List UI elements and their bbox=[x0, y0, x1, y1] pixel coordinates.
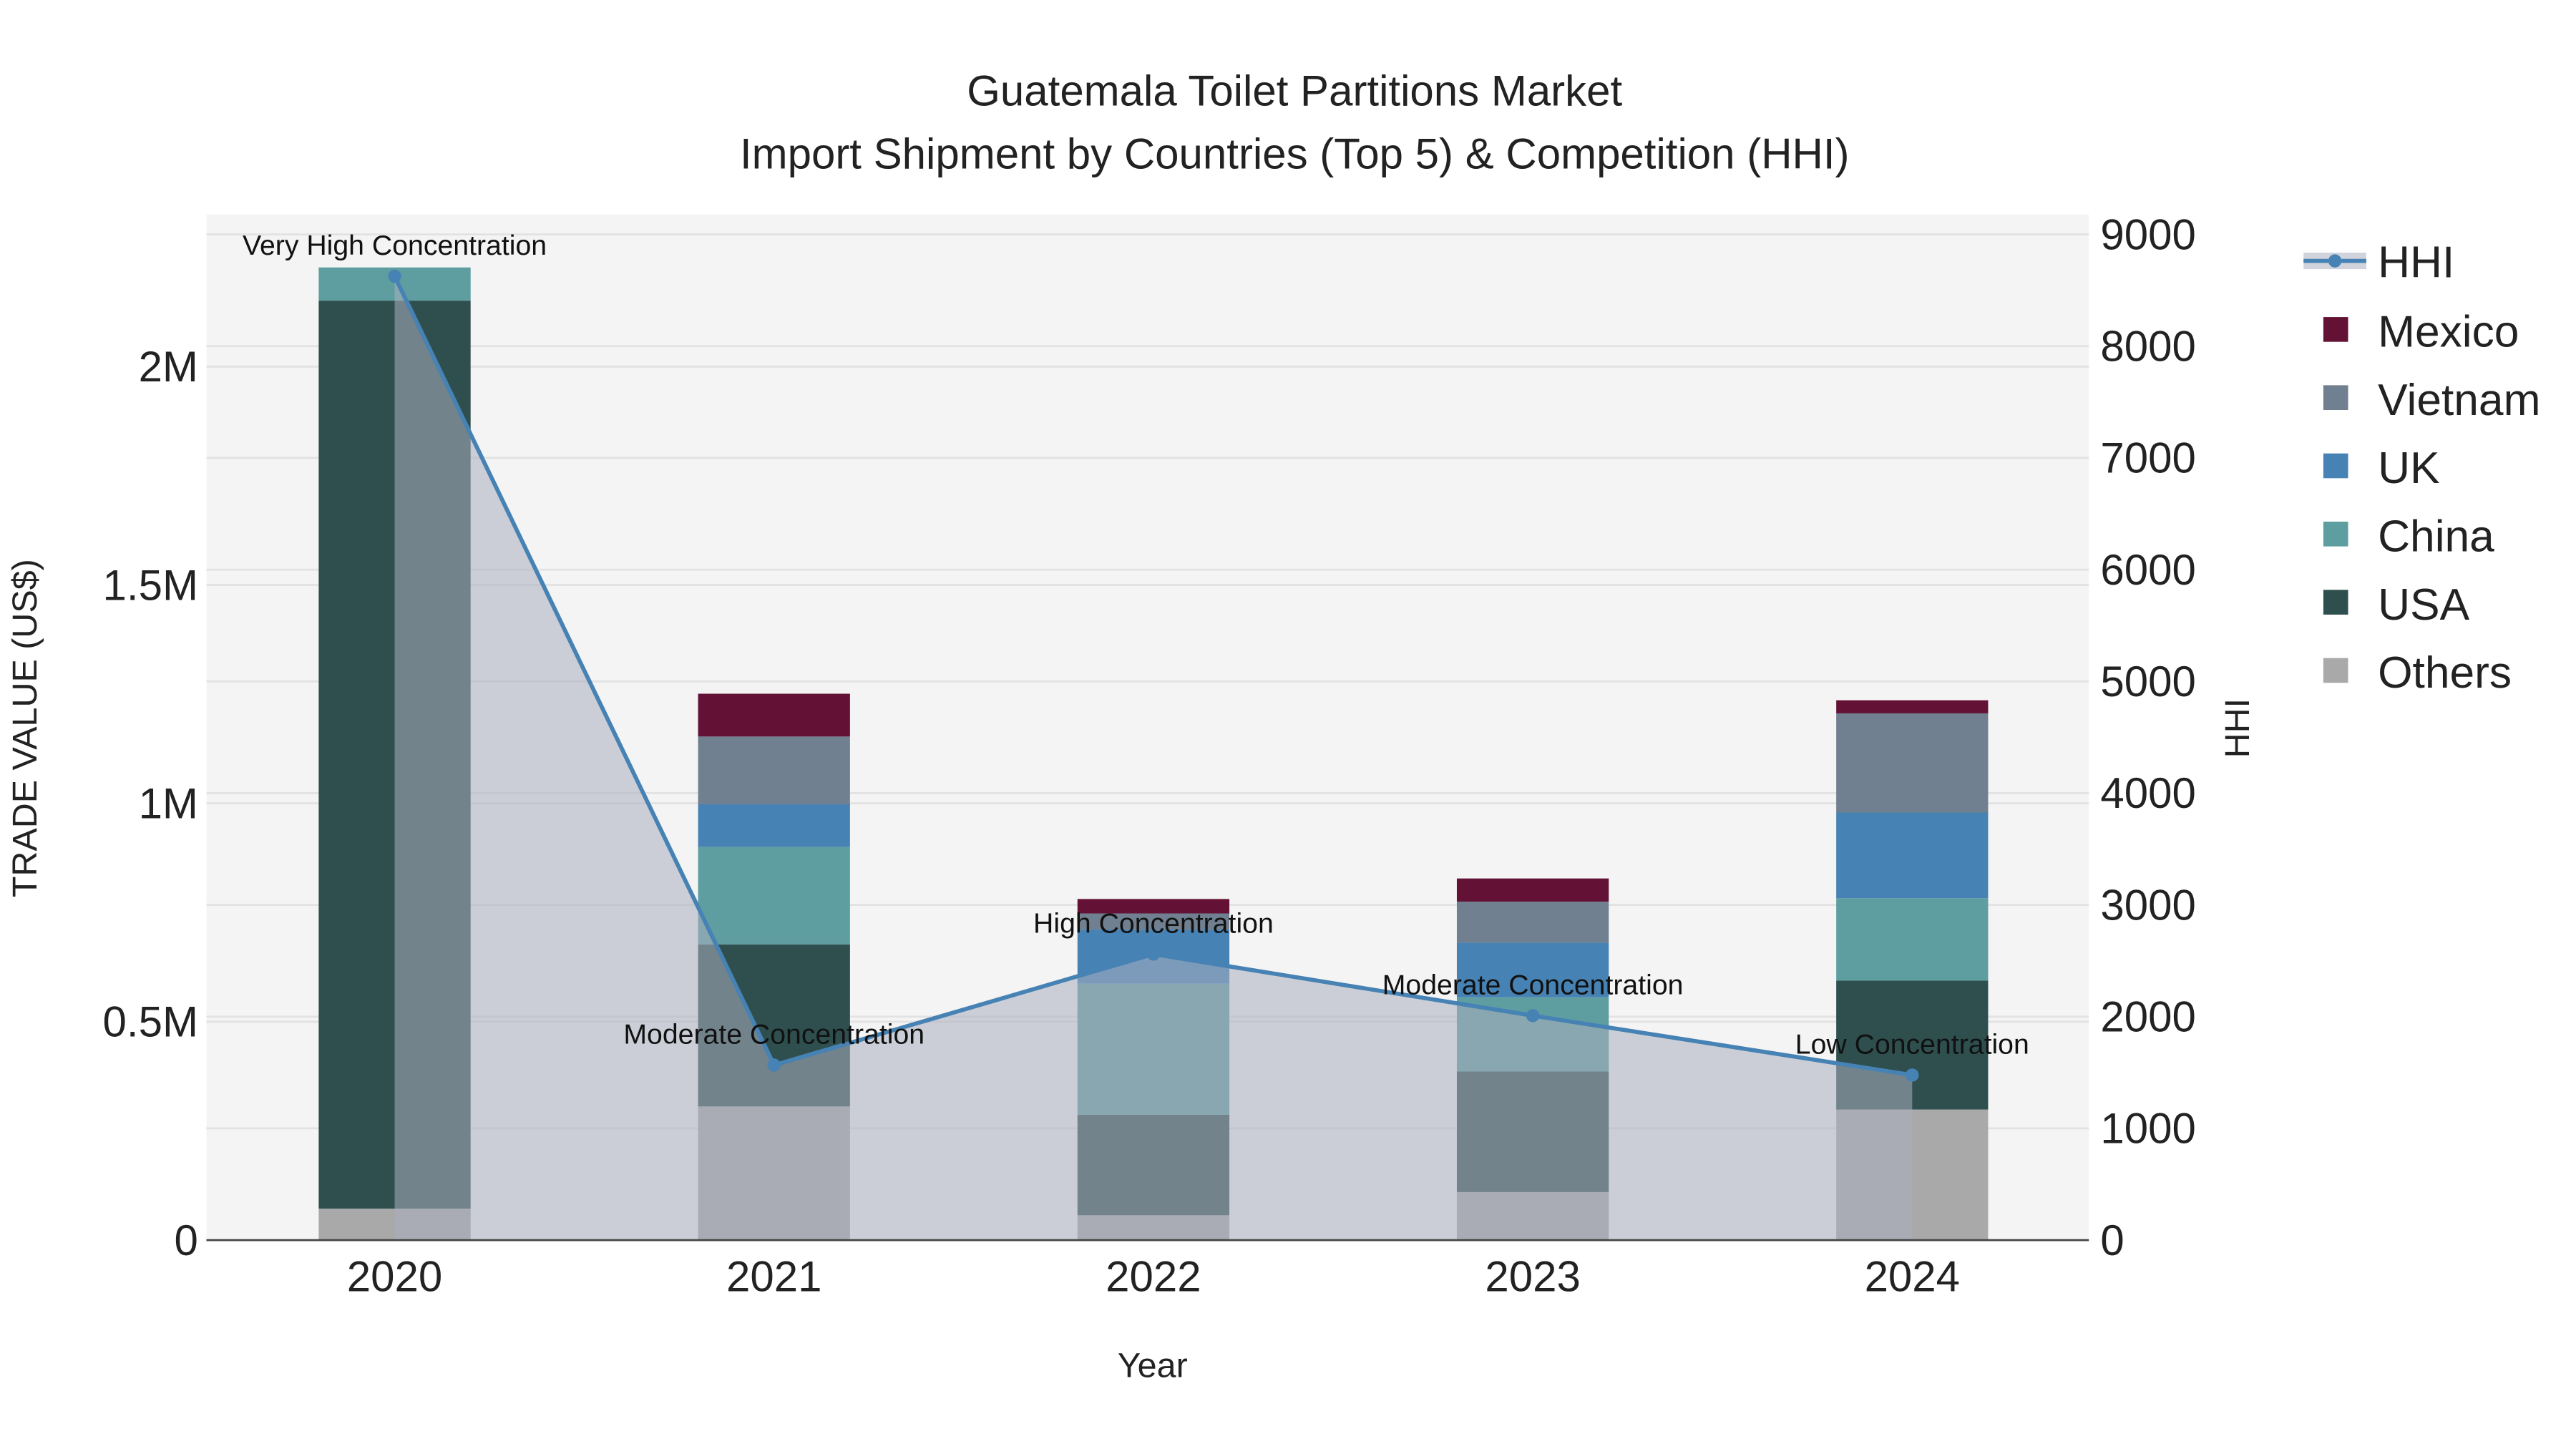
chart-title: Guatemala Toilet Partitions Market bbox=[967, 67, 1622, 115]
hhi-annotation: Moderate Concentration bbox=[1382, 969, 1684, 1000]
legend-swatch-china bbox=[2323, 522, 2348, 547]
y-tick-label: 0 bbox=[175, 1216, 198, 1264]
legend-label-others[interactable]: Others bbox=[2378, 648, 2512, 698]
bar-mexico-2021 bbox=[698, 693, 850, 737]
y2-tick-label: 9000 bbox=[2100, 210, 2195, 258]
y-axis-label: TRADE VALUE (US$) bbox=[6, 559, 44, 897]
bar-china-2021 bbox=[698, 847, 850, 945]
x-tick-label: 2022 bbox=[1106, 1253, 1201, 1301]
x-tick-label: 2021 bbox=[726, 1253, 821, 1301]
x-tick-label: 2020 bbox=[347, 1253, 442, 1301]
y2-tick-label: 6000 bbox=[2100, 546, 2195, 594]
bar-mexico-2024 bbox=[1836, 700, 1989, 713]
bar-china-2024 bbox=[1836, 898, 1989, 981]
bar-uk-2021 bbox=[698, 804, 850, 847]
legend-swatch-uk bbox=[2323, 453, 2348, 479]
legend-label-mexico[interactable]: Mexico bbox=[2378, 308, 2519, 357]
legend-label-china[interactable]: China bbox=[2378, 512, 2494, 562]
hhi-point-2022 bbox=[1146, 947, 1161, 961]
legend-swatch-mexico bbox=[2323, 317, 2348, 342]
x-axis-label: Year bbox=[1118, 1347, 1188, 1385]
chart: 0 0.5M 1M 1.5M 2M 0 1000 2000 3000 4000 5000 6000 70… bbox=[0, 0, 2576, 1449]
y2-tick-label: 3000 bbox=[2100, 881, 2195, 929]
legend-swatch-usa bbox=[2323, 590, 2348, 615]
y-tick-label: 0.5M bbox=[103, 998, 198, 1046]
hhi-point-2021 bbox=[767, 1058, 781, 1072]
y-tick-label: 1.5M bbox=[103, 561, 198, 609]
hhi-point-2023 bbox=[1526, 1009, 1540, 1023]
legend-label-hhi[interactable]: HHI bbox=[2378, 238, 2454, 288]
hhi-annotation: Moderate Concentration bbox=[623, 1019, 924, 1050]
legend-swatch-others bbox=[2323, 658, 2348, 683]
legend-hhi-marker-icon bbox=[2328, 254, 2342, 268]
chart-subtitle: Import Shipment by Countries (Top 5) & C… bbox=[740, 130, 1850, 177]
hhi-annotation: High Concentration bbox=[1033, 907, 1274, 939]
bar-vietnam-2023 bbox=[1456, 902, 1609, 943]
y2-axis-label: HHI bbox=[2218, 698, 2257, 758]
legend-swatch-vietnam bbox=[2323, 385, 2348, 410]
y-tick-label: 1M bbox=[139, 779, 198, 827]
y-tick-label: 2M bbox=[139, 343, 198, 391]
y2-tick-label: 0 bbox=[2100, 1216, 2124, 1264]
y2-tick-label: 1000 bbox=[2100, 1105, 2195, 1153]
hhi-annotation: Very High Concentration bbox=[243, 230, 547, 261]
bar-uk-2024 bbox=[1836, 812, 1989, 899]
legend-label-usa[interactable]: USA bbox=[2378, 580, 2470, 630]
bar-vietnam-2024 bbox=[1836, 713, 1989, 813]
y2-tick-label: 8000 bbox=[2100, 323, 2195, 371]
legend-label-vietnam[interactable]: Vietnam bbox=[2378, 376, 2540, 425]
y2-tick-label: 4000 bbox=[2100, 769, 2195, 817]
legend-label-uk[interactable]: UK bbox=[2378, 444, 2440, 493]
hhi-point-2020 bbox=[388, 269, 401, 283]
hhi-annotation: Low Concentration bbox=[1795, 1028, 2029, 1060]
hhi-point-2024 bbox=[1906, 1068, 1919, 1082]
y2-tick-label: 2000 bbox=[2100, 993, 2195, 1041]
x-tick-label: 2024 bbox=[1865, 1253, 1960, 1301]
bar-mexico-2023 bbox=[1456, 878, 1609, 902]
bar-vietnam-2021 bbox=[698, 736, 850, 804]
y2-tick-label: 5000 bbox=[2100, 658, 2195, 706]
x-tick-label: 2023 bbox=[1485, 1253, 1580, 1301]
y2-tick-label: 7000 bbox=[2100, 434, 2195, 482]
